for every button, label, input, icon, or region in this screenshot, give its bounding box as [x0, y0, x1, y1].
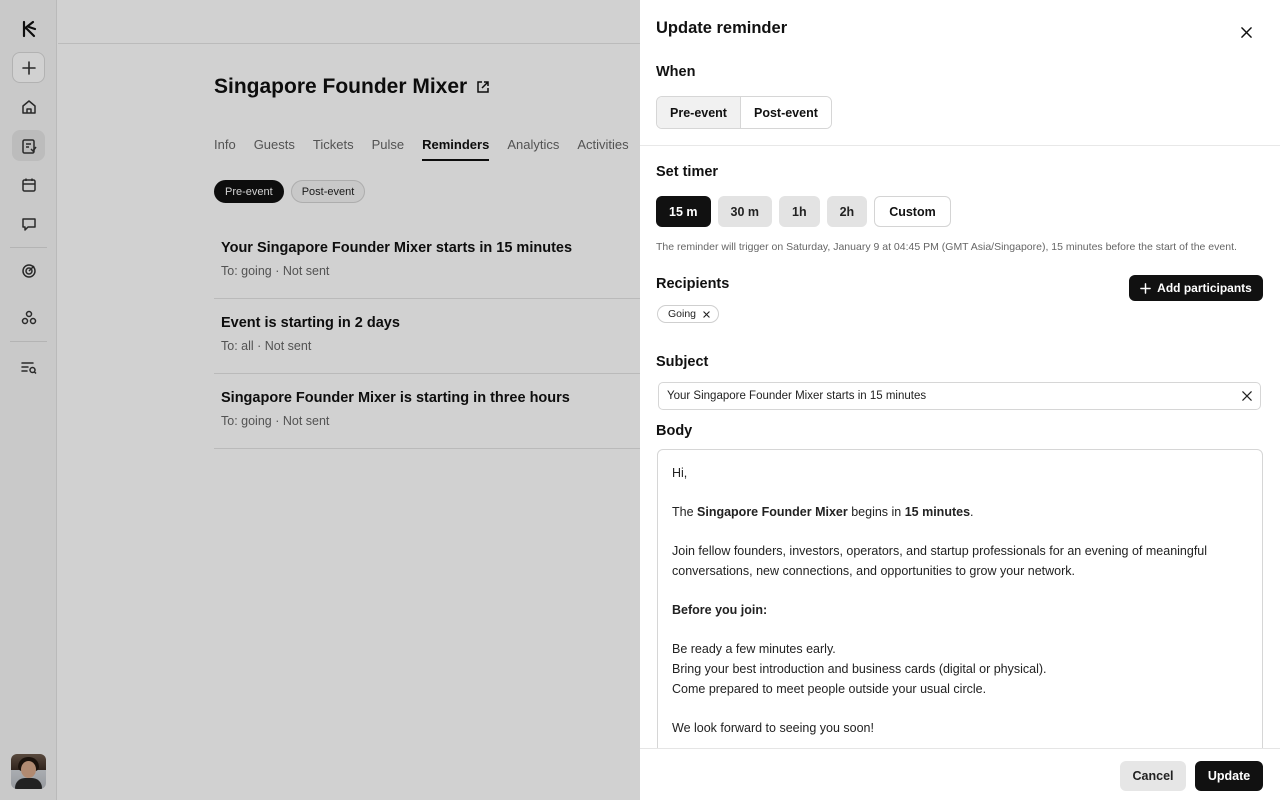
add-participants-label: Add participants — [1157, 281, 1252, 295]
body-paragraph-2: Join fellow founders, investors, operato… — [672, 544, 1208, 578]
when-pre-event[interactable]: Pre-event — [657, 97, 741, 128]
recipient-chip-label: Going — [668, 308, 697, 320]
body-line-1: The Singapore Founder Mixer begins in 15… — [672, 503, 1248, 523]
timer-note: The reminder will trigger on Saturday, J… — [656, 241, 1237, 253]
subject-value: Your Singapore Founder Mixer starts in 1… — [667, 390, 927, 402]
recipients-label: Recipients — [656, 276, 730, 292]
modal-backdrop[interactable] — [0, 0, 640, 800]
body-closing: We look forward to seeing you soon! — [672, 720, 874, 735]
drawer-title: Update reminder — [656, 19, 788, 37]
timer-options: 15 m 30 m 1h 2h Custom — [656, 196, 951, 227]
body-bold-event: Singapore Founder Mixer — [697, 505, 848, 520]
when-segmented-control: Pre-event Post-event — [656, 96, 832, 129]
subject-input[interactable]: Your Singapore Founder Mixer starts in 1… — [658, 382, 1261, 410]
body-tip-3: Come prepared to meet people outside you… — [672, 681, 987, 696]
body-text: . — [970, 505, 974, 520]
update-reminder-drawer: Update reminder When Pre-event Post-even… — [640, 0, 1280, 800]
plus-icon — [1140, 282, 1151, 294]
body-bold-time: 15 minutes — [904, 505, 971, 520]
update-button[interactable]: Update — [1195, 761, 1263, 791]
remove-icon[interactable] — [703, 310, 710, 318]
add-participants-button[interactable]: Add participants — [1129, 275, 1263, 301]
set-timer-label: Set timer — [656, 164, 719, 180]
clear-icon[interactable] — [1242, 391, 1252, 401]
subject-label: Subject — [656, 354, 709, 370]
timer-1h-button[interactable]: 1h — [779, 196, 820, 227]
timer-2h-button[interactable]: 2h — [826, 196, 868, 227]
when-label: When — [656, 64, 696, 80]
body-greeting: Hi, — [672, 466, 688, 480]
body-label: Body — [656, 423, 693, 439]
timer-15m-button[interactable]: 15 m — [656, 196, 711, 227]
body-tip-1: Be ready a few minutes early. — [672, 642, 836, 657]
body-tip-2: Bring your best introduction and busines… — [672, 661, 1047, 676]
divider — [640, 145, 1280, 146]
close-icon[interactable] — [1236, 22, 1256, 42]
cancel-button[interactable]: Cancel — [1120, 761, 1186, 791]
body-before-heading: Before you join: — [672, 601, 1248, 621]
body-bold-heading: Before you join: — [672, 603, 768, 618]
recipient-chip: Going — [657, 305, 720, 323]
timer-custom-button[interactable]: Custom — [874, 196, 951, 227]
body-editor[interactable]: Hi, The Singapore Founder Mixer begins i… — [657, 449, 1263, 749]
when-post-event[interactable]: Post-event — [740, 97, 831, 128]
drawer-footer: Cancel Update — [640, 748, 1280, 800]
body-text: begins in — [847, 505, 905, 520]
body-text: The — [672, 505, 698, 520]
timer-30m-button[interactable]: 30 m — [717, 196, 772, 227]
